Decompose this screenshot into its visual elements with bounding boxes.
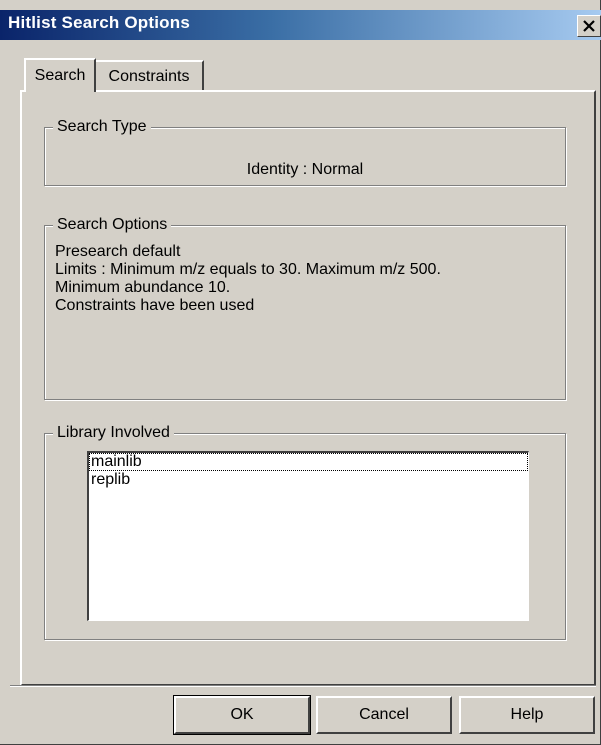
list-item[interactable]: mainlib — [89, 453, 528, 471]
search-options-text: Presearch default Limits : Minimum m/z e… — [55, 243, 441, 315]
tab-search-label: Search — [34, 67, 86, 84]
option-line: Presearch default — [55, 243, 181, 260]
search-options-group: Search Options Presearch default Limits … — [44, 216, 566, 400]
separator — [10, 685, 596, 687]
tab-constraints[interactable]: Constraints — [96, 60, 204, 92]
search-type-value: Identity : Normal — [246, 161, 364, 178]
cancel-button[interactable]: Cancel — [316, 696, 452, 734]
help-button[interactable]: Help — [459, 696, 595, 734]
search-type-legend: Search Type — [53, 118, 151, 136]
search-options-legend: Search Options — [53, 216, 172, 234]
tab-constraints-label: Constraints — [108, 68, 190, 85]
library-legend: Library Involved — [53, 424, 174, 442]
title-bar[interactable]: Hitlist Search Options — [0, 10, 601, 40]
library-group: Library Involved mainlib replib — [44, 424, 566, 640]
close-button[interactable] — [577, 15, 601, 37]
library-listbox[interactable]: mainlib replib — [87, 451, 529, 621]
tab-search[interactable]: Search — [24, 58, 96, 92]
option-line: Limits : Minimum m/z equals to 30. Maxim… — [55, 261, 441, 278]
window-title: Hitlist Search Options — [8, 13, 190, 32]
close-icon — [583, 20, 595, 32]
dialog-window: Hitlist Search Options Search Constraint… — [0, 0, 601, 745]
option-line: Constraints have been used — [55, 297, 255, 314]
option-line: Minimum abundance 10. — [55, 279, 231, 296]
ok-button[interactable]: OK — [173, 695, 311, 735]
list-item[interactable]: replib — [89, 471, 528, 489]
search-type-group: Search Type Identity : Normal — [44, 118, 566, 186]
